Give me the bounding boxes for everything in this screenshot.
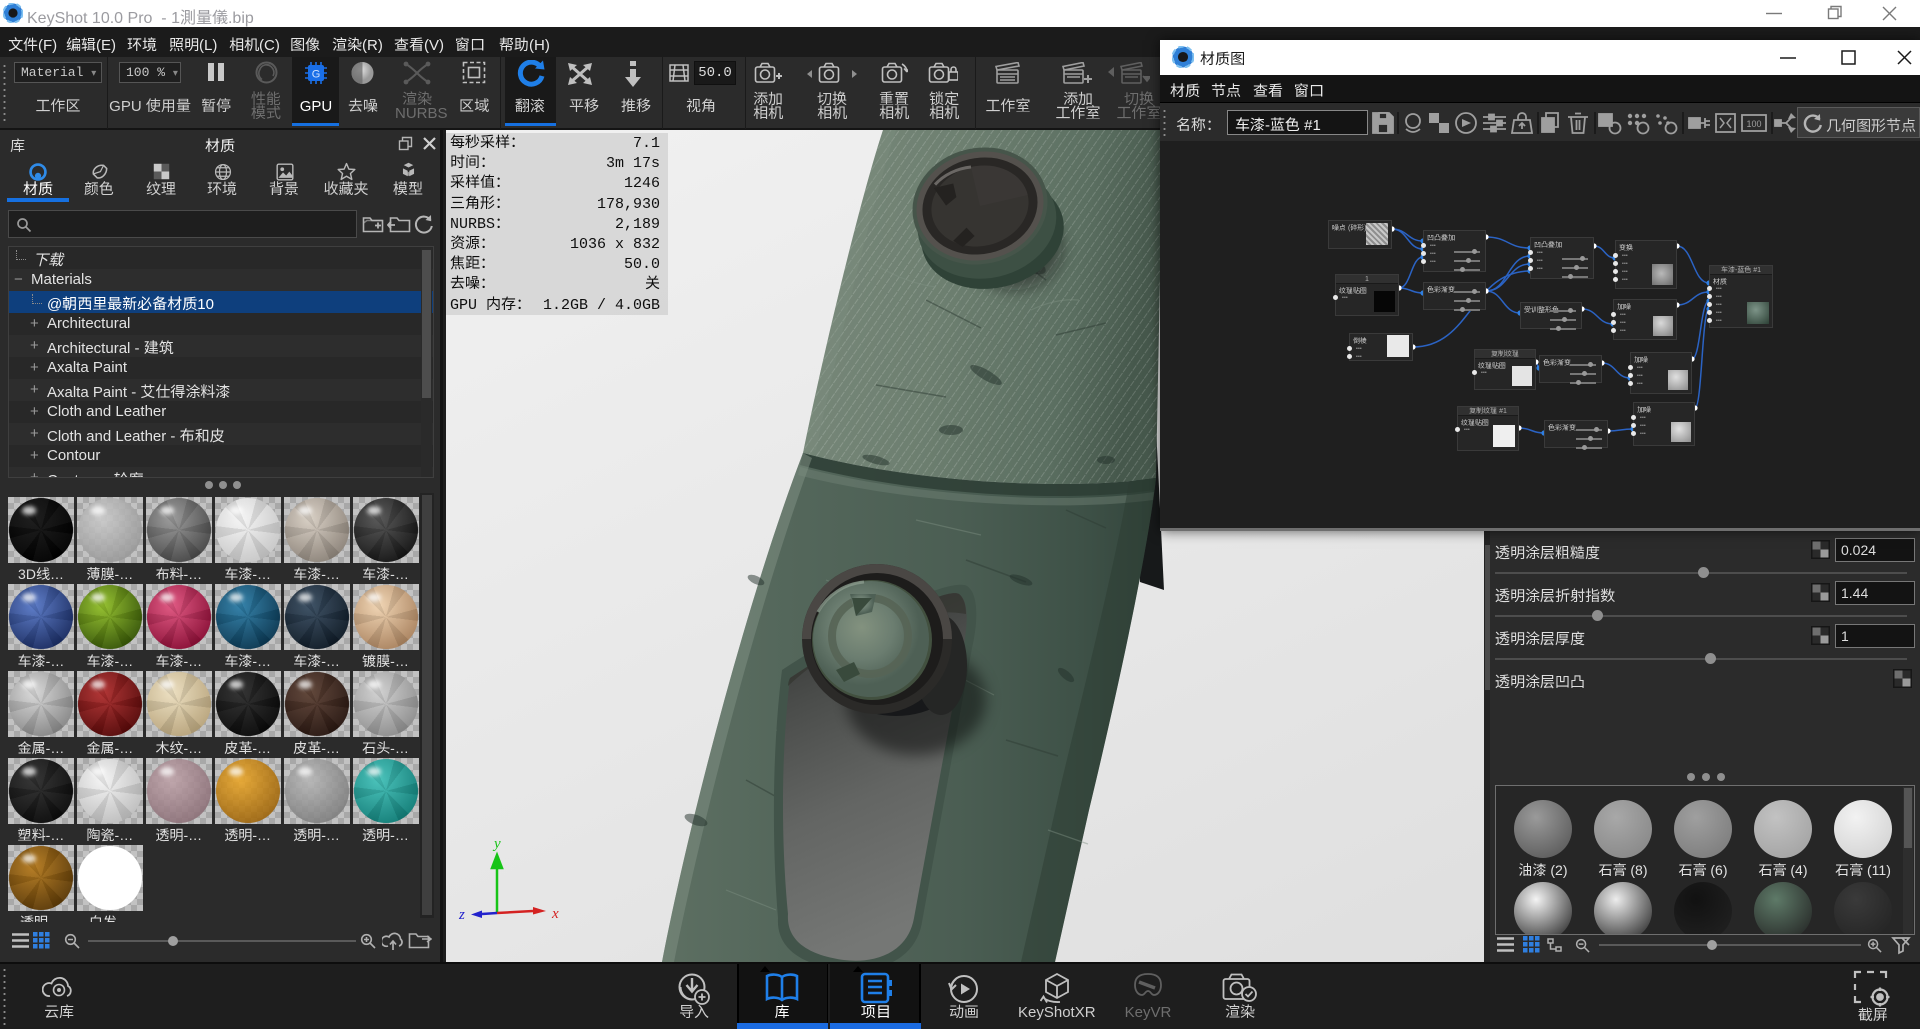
svg-text:y: y [492,836,501,852]
svg-text:z: z [458,907,465,923]
svg-text:x: x [551,906,559,922]
svg-text:G: G [312,69,321,81]
svg-text:100: 100 [1746,119,1761,129]
